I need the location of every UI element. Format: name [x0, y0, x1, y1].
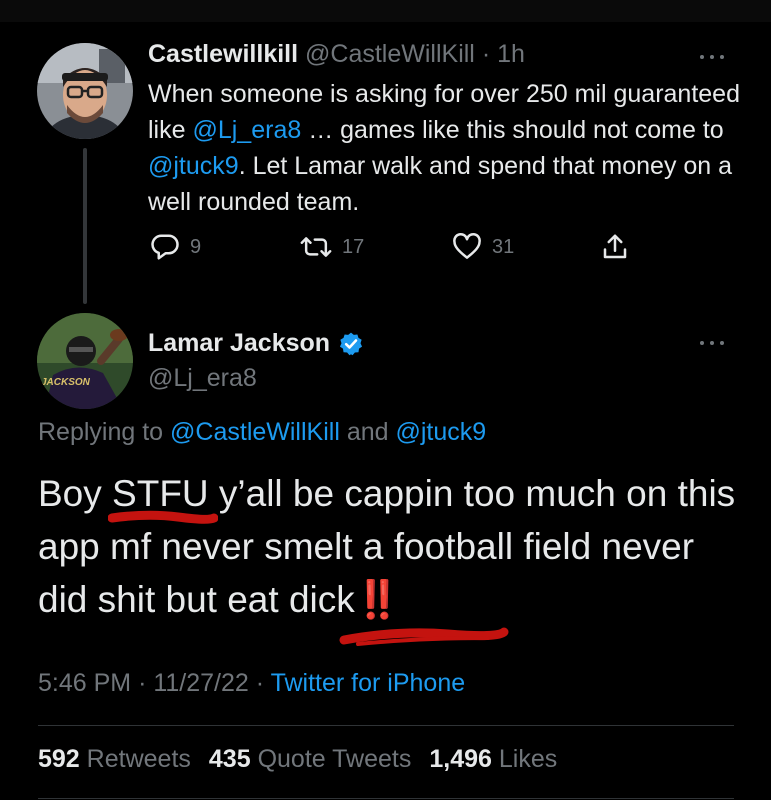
tweet-time[interactable]: 5:46 PM: [38, 669, 131, 697]
replying-to-line: Replying to @CastleWillKill and @jtuck9: [38, 418, 486, 447]
thread-connector-line: [83, 148, 87, 304]
likes-stat[interactable]: 1,496 Likes: [429, 745, 557, 774]
mention-link-lj-era8[interactable]: @Lj_era8: [192, 116, 301, 144]
likes-count: 1,496: [429, 745, 492, 773]
parent-handle[interactable]: @CastleWillKill: [305, 40, 475, 68]
quote-tweets-label: Quote Tweets: [257, 745, 412, 773]
quote-tweets-count: 435: [208, 745, 251, 773]
replying-to-link-castlewillkill[interactable]: @CastleWillKill: [170, 418, 340, 446]
divider: [38, 798, 734, 799]
svg-text:JACKSON: JACKSON: [41, 377, 91, 388]
tweet-date[interactable]: 11/27/22: [153, 669, 248, 697]
lamar-jackson-avatar[interactable]: JACKSON: [37, 313, 133, 409]
share-icon: [603, 234, 627, 259]
parent-separator: ·: [481, 40, 491, 68]
retweet-button[interactable]: 17: [300, 230, 364, 264]
like-count: 31: [492, 235, 515, 258]
replying-prefix: Replying to: [38, 418, 171, 446]
parent-more-options-icon[interactable]: [698, 52, 728, 62]
retweet-count: 17: [342, 235, 365, 258]
replying-and: and: [339, 418, 396, 446]
likes-label: Likes: [498, 745, 558, 773]
top-bar: [0, 0, 771, 22]
parent-text-segment: … games like this should not come to: [301, 116, 724, 144]
verified-badge-icon: [339, 332, 363, 355]
meta-separator: ·: [255, 669, 265, 697]
quote-tweets-stat[interactable]: 435 Quote Tweets: [209, 745, 411, 774]
parent-timestamp[interactable]: 1h: [497, 40, 525, 68]
retweets-label: Retweets: [86, 745, 191, 773]
tweet-metadata: 5:46 PM · 11/27/22 · Twitter for iPhone: [38, 669, 465, 698]
main-display-name-row: Lamar Jackson: [148, 329, 364, 358]
divider: [38, 725, 734, 726]
reply-count: 9: [190, 235, 202, 258]
avatar-photo-icon: JACKSON: [37, 313, 133, 409]
parent-tweet-header: Castlewillkill @CastleWillKill · 1h: [148, 40, 525, 69]
tweet-source-link[interactable]: Twitter for iPhone: [271, 669, 466, 697]
replying-to-link-jtuck9[interactable]: @jtuck9: [395, 418, 486, 446]
red-underline-annotation-phrase: [339, 627, 509, 646]
main-display-name[interactable]: Lamar Jackson: [148, 329, 330, 358]
heart-icon: [453, 233, 481, 259]
parent-display-name[interactable]: Castlewillkill: [148, 40, 298, 68]
parent-tweet-text: When someone is asking for over 250 mil …: [148, 76, 748, 220]
double-exclamation-emoji: ‼️: [354, 579, 401, 620]
main-tweet-text: Boy STFU y’all be cappin too much on thi…: [38, 467, 748, 626]
retweets-stat[interactable]: 592 Retweets: [38, 745, 191, 774]
main-handle[interactable]: @Lj_era8: [148, 364, 257, 393]
main-more-options-icon[interactable]: [698, 338, 728, 348]
retweets-count: 592: [38, 745, 80, 773]
like-button[interactable]: 31: [452, 230, 514, 264]
reply-icon: [151, 234, 179, 260]
avatar-photo-icon: [37, 43, 133, 139]
mention-link-jtuck9[interactable]: @jtuck9: [148, 152, 239, 180]
reply-button[interactable]: 9: [150, 230, 201, 264]
share-button[interactable]: [600, 230, 640, 264]
engagement-stats: 592 Retweets 435 Quote Tweets 1,496 Like…: [38, 745, 557, 774]
retweet-icon: [300, 237, 332, 257]
castlewillkill-avatar[interactable]: [37, 43, 133, 139]
meta-separator: ·: [138, 669, 147, 697]
